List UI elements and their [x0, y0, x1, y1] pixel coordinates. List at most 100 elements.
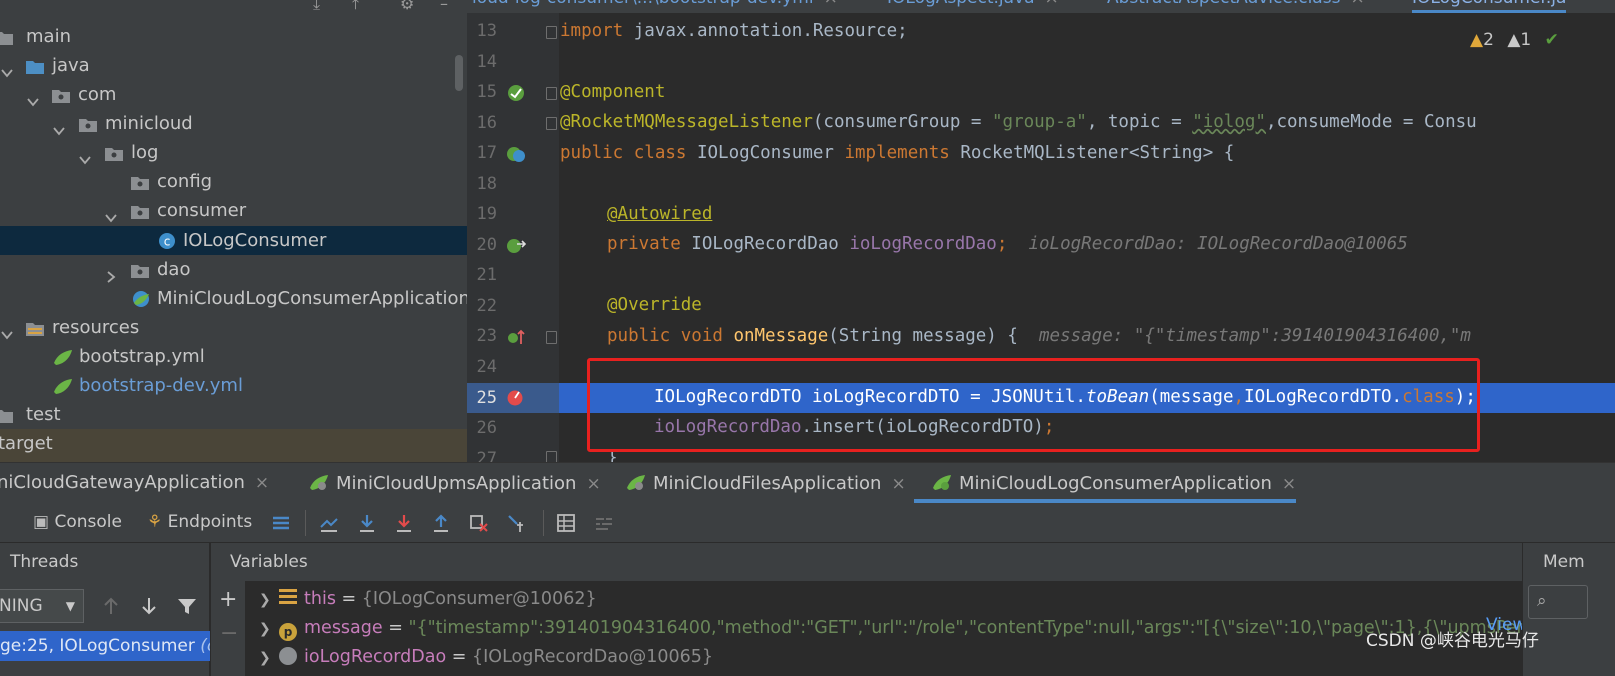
- variable-row-message[interactable]: ❯ p message = "{"timestamp":39140190431640…: [259, 613, 1540, 643]
- chevron-down-icon[interactable]: [1, 321, 13, 340]
- fold-marker[interactable]: [546, 451, 557, 462]
- spring-bean-icon[interactable]: [505, 82, 527, 104]
- run-tab-gateway[interactable]: iniCloudGatewayApplication ×: [0, 472, 269, 493]
- chevron-down-icon[interactable]: [53, 117, 65, 136]
- editor-tab-bootstrap-dev[interactable]: loud-log-consumer\...\bootstrap-dev.yml ×: [472, 0, 838, 13]
- drop-frame-icon[interactable]: [468, 512, 490, 534]
- collapse-all-icon[interactable]: ⤓: [313, 0, 320, 14]
- editor-tab-iologaspect[interactable]: IOLogAspect.java ×: [887, 0, 1059, 13]
- chevron-down-icon[interactable]: [27, 88, 39, 107]
- layout-menu-icon[interactable]: [270, 512, 292, 534]
- tree-item-bootstrap-yml[interactable]: bootstrap.yml: [0, 342, 467, 371]
- parameter-icon: p: [279, 623, 297, 641]
- code-line-16[interactable]: @RocketMQMessageListener(consumerGroup =…: [560, 107, 1477, 137]
- tree-item-config[interactable]: config: [0, 167, 467, 196]
- chevron-down-icon[interactable]: [79, 146, 91, 165]
- run-tab-upms[interactable]: MiniCloudUpmsApplication ×: [308, 472, 601, 494]
- chevron-down-icon[interactable]: [1, 59, 13, 78]
- editor-tab-abstractaspectadvice[interactable]: AbstractAspectAdvice.class ×: [1107, 0, 1365, 13]
- line-number: 23: [476, 326, 497, 346]
- tree-item-bootstrap-dev-yml[interactable]: bootstrap-dev.yml: [0, 371, 467, 400]
- tree-item-java[interactable]: java: [0, 51, 467, 80]
- run-tab-logconsumer[interactable]: MiniCloudLogConsumerApplication ×: [931, 472, 1296, 494]
- stack-frame-selected[interactable]: ge:25, IOLogConsumer (c: [0, 631, 210, 661]
- evaluate-expression-icon[interactable]: [555, 512, 577, 534]
- code-line-23[interactable]: public void onMessage(String message) { …: [607, 321, 1471, 351]
- breakpoint-icon[interactable]: [505, 386, 527, 408]
- tree-item-com[interactable]: com: [0, 80, 467, 109]
- project-tool-window: ⤓ ⤒ ⚙ – main java com minicloud log conf…: [0, 0, 467, 462]
- line-number: 17: [476, 143, 497, 163]
- inspection-widget[interactable]: ▲2 ▲1 ✔: [1470, 30, 1559, 50]
- expand-all-icon[interactable]: ⤒: [352, 0, 359, 14]
- tab-label: AbstractAspectAdvice.class: [1107, 0, 1340, 8]
- fold-marker[interactable]: [546, 331, 557, 344]
- variable-row-this[interactable]: ❯ this = {IOLogConsumer@10062}: [259, 584, 597, 614]
- spring-bean-class-icon[interactable]: [505, 143, 527, 165]
- tree-item-log[interactable]: log: [0, 138, 467, 167]
- chevron-right-icon[interactable]: ❯: [259, 585, 279, 615]
- memory-search-field[interactable]: ⌕: [1528, 585, 1588, 619]
- line-number: 24: [476, 357, 497, 377]
- tree-item-label: dao: [157, 259, 191, 280]
- hide-icon[interactable]: –: [440, 0, 448, 13]
- code-line-15[interactable]: @Component: [560, 77, 665, 107]
- variables-header: Variables: [211, 543, 1522, 581]
- trace-stream-icon[interactable]: [593, 512, 615, 534]
- close-icon[interactable]: ×: [1045, 0, 1059, 8]
- close-icon[interactable]: ×: [255, 473, 269, 493]
- fold-marker[interactable]: [546, 117, 557, 130]
- step-over-icon[interactable]: [356, 512, 378, 534]
- code-line-13[interactable]: import javax.annotation.Resource;: [560, 16, 908, 46]
- code-line-19[interactable]: @Autowired: [607, 199, 712, 229]
- threads-header: Threads: [10, 552, 79, 572]
- chevron-right-icon[interactable]: [105, 263, 117, 283]
- code-line-22[interactable]: @Override: [607, 290, 702, 320]
- tree-item-iologconsumer[interactable]: c IOLogConsumer: [0, 226, 467, 255]
- gear-icon[interactable]: ⚙: [400, 0, 414, 13]
- chevron-down-icon[interactable]: [105, 204, 117, 223]
- console-tab[interactable]: ▣ Console: [33, 512, 122, 532]
- endpoints-tab[interactable]: ⚘ Endpoints: [147, 512, 252, 532]
- tree-item-dao[interactable]: dao: [0, 255, 467, 284]
- inline-debug-value: ioLogRecordDao: IOLogRecordDao@10065: [1028, 234, 1408, 254]
- step-out-icon[interactable]: [430, 512, 452, 534]
- tree-item-main[interactable]: main: [0, 22, 467, 51]
- tree-scrollbar[interactable]: [455, 55, 463, 91]
- close-icon[interactable]: ×: [1282, 474, 1296, 494]
- tree-item-application[interactable]: MiniCloudLogConsumerApplication: [0, 284, 467, 313]
- arrow-up-icon[interactable]: [100, 595, 122, 617]
- weak-warning-icon: ▲: [1507, 30, 1521, 50]
- tree-item-consumer[interactable]: consumer: [0, 196, 467, 225]
- override-method-icon[interactable]: [505, 326, 527, 348]
- close-icon[interactable]: ×: [824, 0, 838, 8]
- spring-leaf-icon: [52, 376, 72, 395]
- editor-tab-iologconsumer[interactable]: IOLogConsumer.ja: [1412, 0, 1567, 13]
- autowired-navigate-icon[interactable]: [505, 235, 527, 257]
- tree-item-resources[interactable]: resources: [0, 313, 467, 342]
- close-icon[interactable]: ×: [891, 474, 905, 494]
- tree-item-target[interactable]: target: [0, 429, 467, 462]
- run-to-cursor-icon[interactable]: [506, 512, 528, 534]
- arrow-down-icon[interactable]: [138, 595, 160, 617]
- tree-item-test[interactable]: test: [0, 400, 467, 429]
- thread-selector[interactable]: NING ▼: [0, 589, 84, 623]
- step-into-icon[interactable]: [393, 512, 415, 534]
- close-icon[interactable]: ×: [1350, 0, 1364, 8]
- fold-marker[interactable]: [546, 87, 557, 100]
- fold-marker[interactable]: [546, 26, 557, 39]
- filter-icon[interactable]: [176, 595, 198, 617]
- variable-row-iologrecorddao[interactable]: ❯ ioLogRecordDao = {IOLogRecordDao@10065}: [259, 642, 713, 672]
- code-line-17[interactable]: public class IOLogConsumer implements Ro…: [560, 138, 1234, 168]
- tab-label: IOLogAspect.java: [887, 0, 1035, 8]
- tree-item-minicloud[interactable]: minicloud: [0, 109, 467, 138]
- line-number: 19: [476, 204, 497, 224]
- chevron-right-icon[interactable]: ❯: [259, 614, 279, 644]
- code-line-20[interactable]: private IOLogRecordDao ioLogRecordDao; i…: [607, 229, 1408, 259]
- add-watch-icon[interactable]: +: [219, 587, 237, 612]
- chevron-right-icon[interactable]: ❯: [259, 643, 279, 673]
- remove-watch-icon[interactable]: −: [220, 621, 238, 646]
- show-execution-point-icon[interactable]: [318, 512, 340, 534]
- close-icon[interactable]: ×: [586, 474, 600, 494]
- run-tab-files[interactable]: MiniCloudFilesApplication ×: [625, 472, 906, 494]
